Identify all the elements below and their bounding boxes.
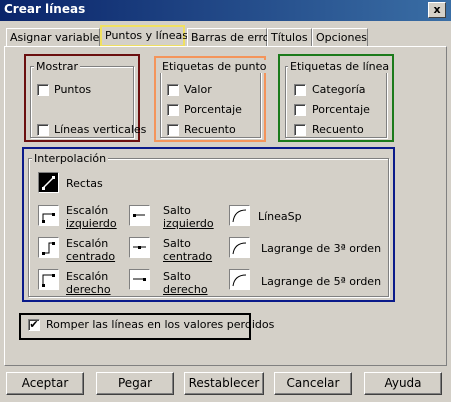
salto-derecho-icon[interactable] [129, 269, 150, 290]
tab-opciones[interactable]: Opciones [312, 28, 368, 47]
restablecer-button[interactable]: Restablecer [184, 372, 264, 395]
rectas-label[interactable]: Rectas [66, 177, 103, 190]
salto-derecho-line1: Salto [163, 270, 191, 283]
porcentaje-punto-label[interactable]: Porcentaje [184, 103, 242, 116]
salto-centrado-line2: centrado [163, 250, 213, 263]
escalon-izquierdo-label[interactable]: Escalón izquierdo [66, 204, 117, 230]
mostrar-title: Mostrar [34, 60, 81, 73]
recuento-linea-checkbox[interactable] [294, 124, 306, 136]
escalon-derecho-line1: Escalón [66, 270, 109, 283]
recuento-linea-label[interactable]: Recuento [312, 123, 364, 136]
romper-label[interactable]: Romper las líneas en los valores perdido… [46, 318, 274, 331]
romper-checkbox[interactable]: ✔ [28, 319, 40, 331]
porcentaje-linea-checkbox[interactable] [294, 104, 306, 116]
salto-izquierdo-icon[interactable] [129, 205, 150, 226]
lagrange3-icon[interactable] [229, 237, 250, 258]
tab-titulos[interactable]: Títulos [267, 28, 312, 47]
lagrange5-icon[interactable] [229, 269, 250, 290]
close-button[interactable]: x [428, 2, 446, 18]
salto-centrado-label[interactable]: Salto centrado [163, 237, 212, 263]
escalon-centrado-line1: Escalón [66, 237, 109, 250]
salto-izquierdo-line1: Salto [163, 204, 191, 217]
escalon-derecho-label[interactable]: Escalón derecho [66, 270, 111, 296]
escalon-derecho-line2: derecho [66, 283, 111, 296]
pegar-button[interactable]: Pegar [96, 372, 174, 395]
salto-izquierdo-line2: izquierdo [163, 217, 214, 230]
lineasp-icon[interactable] [229, 205, 250, 226]
categoria-label[interactable]: Categoría [312, 83, 366, 96]
lineas-verticales-label[interactable]: Líneas verticales [54, 123, 146, 136]
lagrange5-label[interactable]: Lagrange de 5ª orden [261, 275, 381, 288]
tab-barras-error[interactable]: Barras de error [187, 28, 274, 47]
escalon-centrado-icon[interactable] [38, 237, 59, 258]
salto-centrado-icon[interactable] [129, 237, 150, 258]
lineasp-label[interactable]: LíneaSp [258, 210, 302, 223]
escalon-izquierdo-line1: Escalón [66, 204, 109, 217]
valor-label[interactable]: Valor [184, 83, 212, 96]
ayuda-button[interactable]: Ayuda [364, 372, 442, 395]
puntos-checkbox[interactable] [37, 84, 49, 96]
valor-checkbox[interactable] [167, 84, 179, 96]
escalon-centrado-line2: centrado [66, 250, 116, 263]
tab-asignar-variables[interactable]: Asignar variables [6, 28, 105, 47]
lineas-verticales-checkbox[interactable] [37, 124, 49, 136]
cancelar-button[interactable]: Cancelar [274, 372, 352, 395]
porcentaje-linea-label[interactable]: Porcentaje [312, 103, 370, 116]
puntos-label[interactable]: Puntos [54, 83, 91, 96]
rectas-icon[interactable] [38, 172, 59, 193]
categoria-checkbox[interactable] [294, 84, 306, 96]
escalon-izquierdo-line2: izquierdo [66, 217, 117, 230]
salto-izquierdo-label[interactable]: Salto izquierdo [163, 204, 214, 230]
etiq-linea-title: Etiquetas de línea [288, 60, 392, 73]
etiq-punto-title: Etiquetas de punto [160, 60, 269, 73]
recuento-punto-checkbox[interactable] [167, 124, 179, 136]
salto-derecho-line2: derecho [163, 283, 208, 296]
salto-derecho-label[interactable]: Salto derecho [163, 270, 208, 296]
porcentaje-punto-checkbox[interactable] [167, 104, 179, 116]
window-title: Crear líneas [4, 2, 86, 16]
recuento-punto-label[interactable]: Recuento [184, 123, 236, 136]
salto-centrado-line1: Salto [163, 237, 191, 250]
lagrange3-label[interactable]: Lagrange de 3ª orden [261, 242, 381, 255]
escalon-centrado-label[interactable]: Escalón centrado [66, 237, 115, 263]
aceptar-button[interactable]: Aceptar [6, 372, 84, 395]
escalon-derecho-icon[interactable] [38, 269, 59, 290]
interp-title: Interpolación [32, 152, 109, 165]
escalon-izquierdo-icon[interactable] [38, 205, 59, 226]
tab-puntos-lineas[interactable]: Puntos y líneas [100, 25, 188, 47]
